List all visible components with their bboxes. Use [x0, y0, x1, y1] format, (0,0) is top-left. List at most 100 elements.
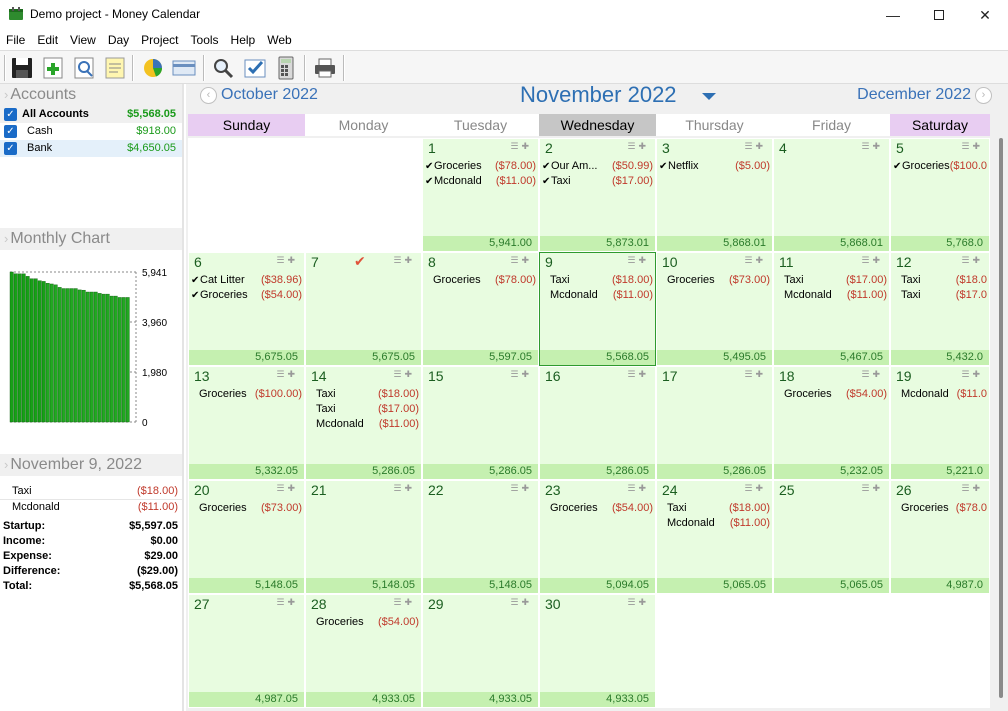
prev-month-button[interactable]: ‹ October 2022 — [196, 86, 318, 104]
add-icon[interactable]: ✚ — [872, 369, 883, 379]
print-icon[interactable] — [312, 55, 338, 81]
scrollbar-thumb[interactable] — [999, 138, 1003, 698]
current-month-title[interactable]: November 2022 — [520, 82, 677, 108]
notes-icon[interactable]: ☰ — [861, 141, 872, 151]
menu-help[interactable]: Help — [225, 33, 262, 47]
menu-view[interactable]: View — [64, 33, 102, 47]
day-cell-13[interactable]: 13 ☰✚ Groceries ($100.00) 5,332.05 — [188, 366, 305, 480]
card-icon[interactable] — [171, 55, 197, 81]
transaction-row[interactable]: ✔Taxi ($17.00) — [542, 174, 653, 189]
day-cell-17[interactable]: 17 ☰✚ 5,286.05 — [656, 366, 773, 480]
add-icon[interactable]: ✚ — [872, 141, 883, 151]
add-icon[interactable]: ✚ — [755, 141, 766, 151]
transaction-row[interactable]: Mcdonald ($11.00) — [542, 288, 653, 303]
day-cell-26[interactable]: 26 ☰✚ Groceries ($78.0 4,987.0 — [890, 480, 990, 594]
transaction-row[interactable]: Groceries ($78.00) — [425, 273, 536, 288]
transaction-row[interactable]: Taxi ($18.00) — [659, 501, 770, 516]
notes-icon[interactable]: ☰ — [961, 483, 972, 493]
notes-icon[interactable]: ☰ — [276, 255, 287, 265]
notes-icon[interactable]: ☰ — [961, 255, 972, 265]
day-cell-10[interactable]: 10 ☰✚ Groceries ($73.00) 5,495.05 — [656, 252, 773, 366]
add-icon[interactable]: ✚ — [638, 255, 649, 265]
add-icon[interactable]: ✚ — [755, 483, 766, 493]
notes-icon[interactable]: ☰ — [861, 255, 872, 265]
notes-icon[interactable]: ☰ — [744, 255, 755, 265]
transaction-row[interactable]: Groceries ($54.00) — [308, 615, 419, 630]
day-cell-3[interactable]: 3 ☰✚ ✔Netflix ($5.00) 5,868.01 — [656, 138, 773, 252]
checkbox-icon[interactable]: ✓ — [4, 108, 17, 121]
day-transaction-row[interactable]: Taxi ($18.00) — [0, 484, 182, 499]
notes-icon[interactable]: ☰ — [627, 255, 638, 265]
preview-icon[interactable] — [71, 55, 97, 81]
checklist-icon[interactable] — [242, 55, 268, 81]
add-icon[interactable]: ✚ — [972, 483, 983, 493]
add-icon[interactable]: ✚ — [404, 597, 415, 607]
day-cell-16[interactable]: 16 ☰✚ 5,286.05 — [539, 366, 656, 480]
day-cell-20[interactable]: 20 ☰✚ Groceries ($73.00) 5,148.05 — [188, 480, 305, 594]
transaction-row[interactable]: Groceries ($78.0 — [893, 501, 987, 516]
pie-chart-icon[interactable] — [140, 55, 166, 81]
account-row-bank[interactable]: ✓ Bank $4,650.05 — [0, 140, 182, 157]
day-cell-30[interactable]: 30 ☰✚ 4,933.05 — [539, 594, 656, 708]
transaction-row[interactable]: ✔Netflix ($5.00) — [659, 159, 770, 174]
day-cell-14[interactable]: 14 ☰✚ Taxi ($18.00) Taxi ($17.00) Mcdonald ($11… — [305, 366, 422, 480]
notes-icon[interactable]: ☰ — [510, 483, 521, 493]
day-cell-5[interactable]: 5 ☰✚ ✔Groceries ($100.0 5,768.0 — [890, 138, 990, 252]
notes-icon[interactable]: ☰ — [744, 483, 755, 493]
transaction-row[interactable]: Groceries ($73.00) — [191, 501, 302, 516]
add-icon[interactable]: ✚ — [521, 255, 532, 265]
add-icon[interactable]: ✚ — [287, 597, 298, 607]
transaction-row[interactable]: Groceries ($100.00) — [191, 387, 302, 402]
transaction-row[interactable]: ✔Groceries ($78.00) — [425, 159, 536, 174]
day-cell-15[interactable]: 15 ☰✚ 5,286.05 — [422, 366, 539, 480]
day-cell-28[interactable]: 28 ☰✚ Groceries ($54.00) 4,933.05 — [305, 594, 422, 708]
month-dropdown-icon[interactable] — [702, 93, 716, 100]
transaction-row[interactable]: Taxi ($18.0 — [893, 273, 987, 288]
notes-icon[interactable]: ☰ — [276, 483, 287, 493]
day-cell-6[interactable]: 6 ☰✚ ✔Cat Litter ($38.96) ✔Groceries ($54.00)… — [188, 252, 305, 366]
empty-day-cell[interactable] — [890, 594, 990, 708]
add-icon[interactable]: ✚ — [521, 141, 532, 151]
transaction-row[interactable]: ✔Cat Litter ($38.96) — [191, 273, 302, 288]
add-icon[interactable]: ✚ — [404, 483, 415, 493]
empty-day-cell[interactable] — [773, 594, 890, 708]
notes-icon[interactable]: ☰ — [961, 141, 972, 151]
add-icon[interactable]: ✚ — [638, 483, 649, 493]
checkbox-icon[interactable]: ✓ — [4, 125, 17, 138]
notes-icon[interactable]: ☰ — [276, 369, 287, 379]
add-icon[interactable]: ✚ — [521, 483, 532, 493]
transaction-row[interactable]: Mcdonald ($11.00) — [308, 417, 419, 432]
save-icon[interactable] — [9, 55, 35, 81]
notes-icon[interactable]: ☰ — [627, 369, 638, 379]
maximize-button[interactable] — [916, 0, 962, 30]
transaction-row[interactable]: Groceries ($54.00) — [776, 387, 887, 402]
menu-project[interactable]: Project — [135, 33, 184, 47]
notes-icon[interactable]: ☰ — [861, 483, 872, 493]
day-cell-21[interactable]: 21 ☰✚ 5,148.05 — [305, 480, 422, 594]
menu-edit[interactable]: Edit — [31, 33, 64, 47]
notes-icon[interactable]: ☰ — [627, 483, 638, 493]
menu-web[interactable]: Web — [261, 33, 297, 47]
day-cell-23[interactable]: 23 ☰✚ Groceries ($54.00) 5,094.05 — [539, 480, 656, 594]
transaction-row[interactable]: Mcdonald ($11.0 — [893, 387, 987, 402]
add-icon[interactable]: ✚ — [404, 255, 415, 265]
transaction-row[interactable]: Groceries ($73.00) — [659, 273, 770, 288]
empty-day-cell[interactable] — [305, 138, 422, 252]
day-cell-12[interactable]: 12 ☰✚ Taxi ($18.0 Taxi ($17.0 5,432.0 — [890, 252, 990, 366]
notes-icon[interactable]: ☰ — [627, 597, 638, 607]
account-row-cash[interactable]: ✓ Cash $918.00 — [0, 123, 182, 140]
notes-icon[interactable]: ☰ — [393, 255, 404, 265]
notes-icon[interactable]: ☰ — [393, 597, 404, 607]
transaction-row[interactable]: Groceries ($54.00) — [542, 501, 653, 516]
add-icon[interactable]: ✚ — [872, 255, 883, 265]
add-icon[interactable]: ✚ — [287, 483, 298, 493]
add-icon[interactable]: ✚ — [521, 369, 532, 379]
menu-day[interactable]: Day — [102, 33, 135, 47]
add-icon[interactable]: ✚ — [755, 255, 766, 265]
checkbox-icon[interactable]: ✓ — [4, 142, 17, 155]
add-icon[interactable]: ✚ — [521, 597, 532, 607]
add-icon[interactable]: ✚ — [404, 369, 415, 379]
empty-day-cell[interactable] — [656, 594, 773, 708]
transaction-row[interactable]: Mcdonald ($11.00) — [659, 516, 770, 531]
transaction-row[interactable]: Taxi ($17.00) — [776, 273, 887, 288]
